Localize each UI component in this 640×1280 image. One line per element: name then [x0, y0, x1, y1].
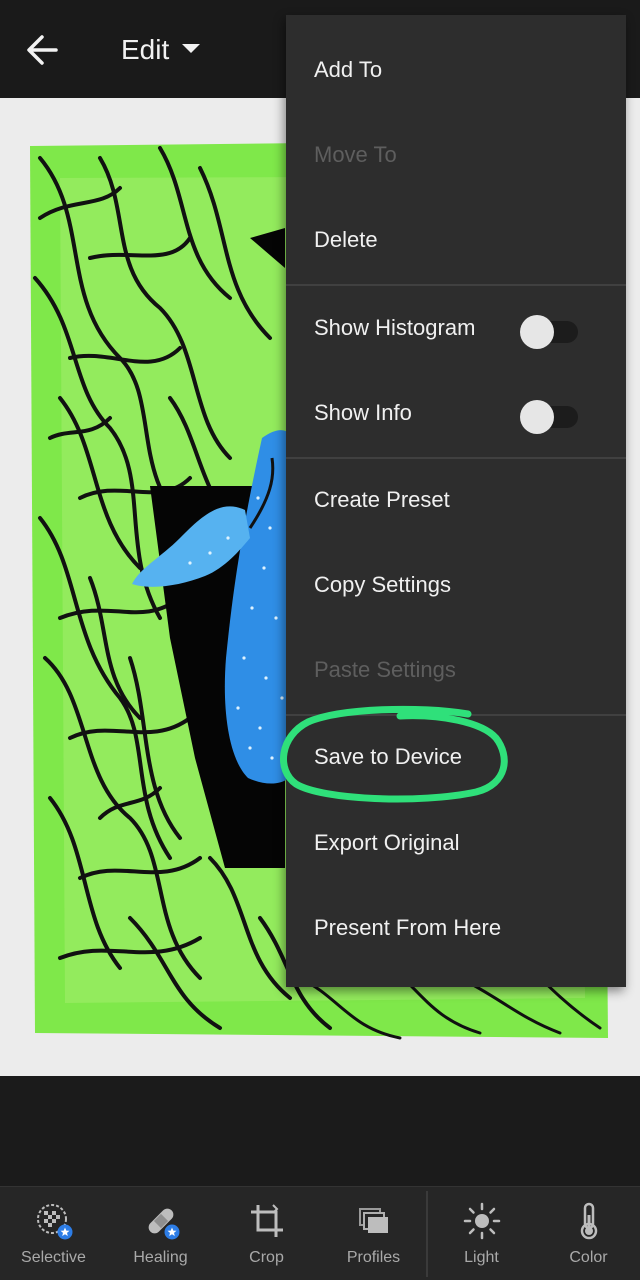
- tool-healing[interactable]: Healing: [107, 1187, 214, 1280]
- menu-item-export-original[interactable]: Export Original: [286, 802, 626, 887]
- menu-item-save-to-device[interactable]: Save to Device: [286, 716, 626, 801]
- overflow-menu: Add To Move To Delete Show Histogram Sho…: [286, 15, 626, 987]
- toggle-knob: [520, 315, 554, 349]
- menu-item-show-histogram[interactable]: Show Histogram: [286, 287, 626, 372]
- tool-label: Crop: [249, 1249, 284, 1266]
- menu-item-delete[interactable]: Delete: [286, 199, 626, 284]
- menu-item-label: Move To: [314, 142, 397, 167]
- toggle-knob: [520, 400, 554, 434]
- caret-down-icon[interactable]: [182, 44, 200, 53]
- crop-icon: [250, 1204, 283, 1237]
- tool-profiles[interactable]: Profiles: [320, 1187, 427, 1280]
- tool-light[interactable]: Light: [428, 1187, 535, 1280]
- tool-label: Selective: [21, 1249, 86, 1266]
- selective-icon: [36, 1204, 72, 1240]
- menu-item-label: Delete: [314, 227, 378, 252]
- menu-item-show-info[interactable]: Show Info: [286, 372, 626, 457]
- back-button[interactable]: [22, 28, 62, 72]
- menu-item-move-to: Move To: [286, 114, 626, 199]
- menu-item-label: Paste Settings: [314, 657, 456, 682]
- app-screen: Edit Selective Healing Crop Profiles Lig…: [0, 0, 640, 1280]
- tool-label: Light: [464, 1249, 499, 1266]
- tool-selective[interactable]: Selective: [0, 1187, 107, 1280]
- menu-item-add-to[interactable]: Add To: [286, 29, 626, 114]
- menu-item-create-preset[interactable]: Create Preset: [286, 459, 626, 544]
- thermometer-icon: [580, 1202, 597, 1240]
- healing-bandage-icon: [148, 1208, 179, 1240]
- page-title[interactable]: Edit: [121, 32, 169, 68]
- tool-crop[interactable]: Crop: [213, 1187, 320, 1280]
- menu-item-label: Save to Device: [314, 744, 462, 769]
- menu-item-label: Create Preset: [314, 487, 450, 512]
- menu-item-paste-settings: Paste Settings: [286, 629, 626, 714]
- histogram-toggle[interactable]: [520, 315, 578, 349]
- menu-item-label: Export Original: [314, 830, 460, 855]
- menu-item-label: Add To: [314, 57, 383, 82]
- tool-color[interactable]: Color: [535, 1187, 640, 1280]
- tool-label: Profiles: [346, 1249, 401, 1266]
- menu-item-label: Show Info: [314, 400, 412, 425]
- menu-item-copy-settings[interactable]: Copy Settings: [286, 544, 626, 629]
- menu-divider: [286, 284, 626, 286]
- arrow-left-icon: [27, 35, 58, 65]
- profiles-icon: [358, 1208, 388, 1233]
- edit-toolbar: Selective Healing Crop Profiles Light Co…: [0, 1186, 640, 1280]
- menu-item-label: Present From Here: [314, 915, 502, 940]
- menu-item-present-from-here[interactable]: Present From Here: [286, 887, 626, 972]
- filmstrip-area: [0, 1076, 640, 1186]
- menu-item-label: Copy Settings: [314, 572, 451, 597]
- tool-label: Color: [569, 1249, 608, 1266]
- menu-item-label: Show Histogram: [314, 315, 476, 340]
- sun-icon: [463, 1202, 500, 1240]
- tool-label: Healing: [133, 1249, 188, 1266]
- info-toggle[interactable]: [520, 400, 578, 434]
